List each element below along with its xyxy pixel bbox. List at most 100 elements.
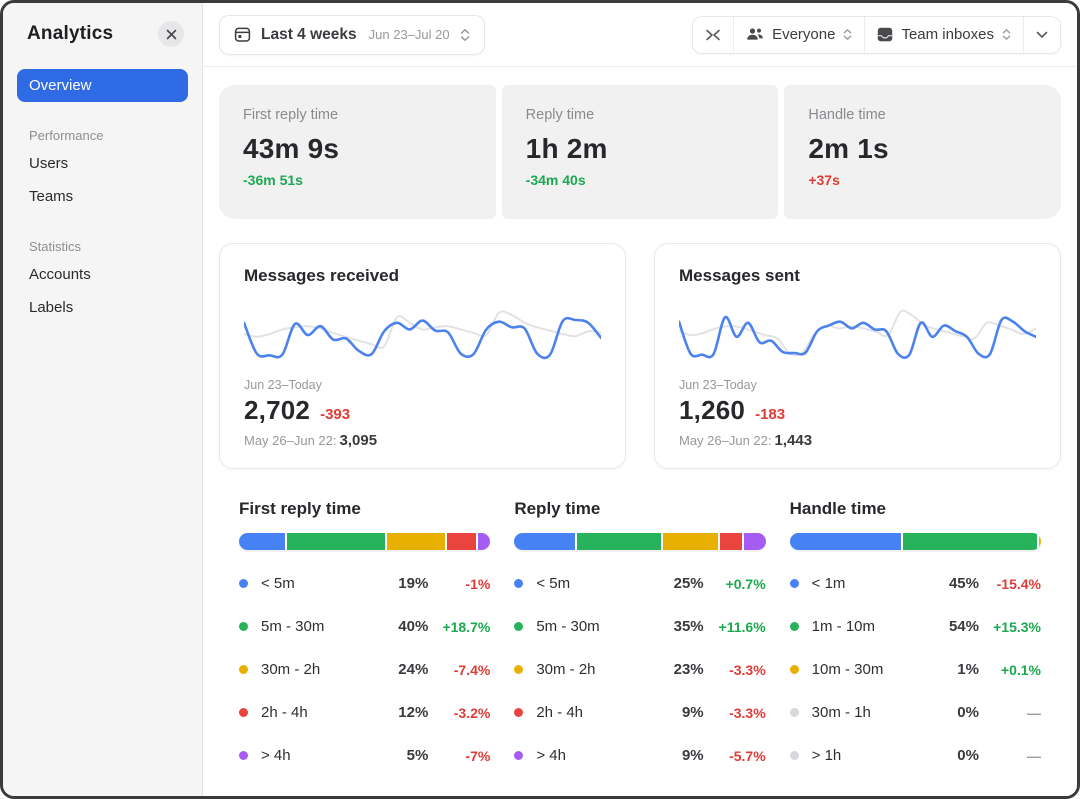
bucket-label: < 1m — [812, 575, 933, 592]
legend-dot-icon — [514, 622, 523, 631]
topbar: Last 4 weeks Jun 23–Jul 20 — [203, 3, 1077, 67]
collapse-horizontal-icon — [705, 28, 721, 42]
more-filters-button[interactable] — [1024, 17, 1060, 53]
stepper-icon — [1002, 28, 1011, 41]
legend-dot-icon — [514, 579, 523, 588]
bucket-percent: 24% — [382, 661, 428, 678]
stepper-icon — [843, 28, 852, 41]
summary-card-first-reply-time: First reply time 43m 9s -36m 51s — [219, 85, 496, 219]
messages-sent-card: Messages sent Jun 23–Today 1,260 -183 Ma… — [654, 243, 1061, 469]
legend-dot-icon — [514, 708, 523, 717]
audience-filter[interactable]: Everyone — [734, 17, 865, 53]
metric-label: Reply time — [526, 107, 755, 123]
summary-card-reply-time: Reply time 1h 2m -34m 40s — [502, 85, 779, 219]
metric-value: 2m 1s — [808, 133, 1037, 165]
bucket-delta: +0.7% — [704, 576, 766, 592]
legend-row: < 5m19%-1% — [239, 562, 490, 605]
legend-dot-icon — [790, 579, 799, 588]
inbox-filter[interactable]: Team inboxes — [865, 17, 1024, 53]
current-value: 2,702 — [244, 395, 310, 426]
bucket-percent: 19% — [382, 575, 428, 592]
bar-segment — [744, 533, 766, 550]
stepper-icon — [460, 28, 470, 42]
current-value: 1,260 — [679, 395, 745, 426]
bucket-delta: +0.1% — [979, 662, 1041, 678]
bucket-label: 2h - 4h — [536, 704, 657, 721]
analytics-window: Analytics Overview Performance Users Tea… — [0, 0, 1080, 799]
bucket-delta: +11.6% — [704, 619, 766, 635]
legend-row: 10m - 30m1%+0.1% — [790, 648, 1041, 691]
current-period-label: Jun 23–Today — [244, 378, 601, 392]
bucket-delta: -3.3% — [704, 662, 766, 678]
sidebar-item-teams[interactable]: Teams — [17, 180, 188, 213]
distributions-row: First reply time < 5m19%-1%5m - 30m40%+1… — [219, 499, 1061, 777]
legend-row: < 1m45%-15.4% — [790, 562, 1041, 605]
bucket-label: < 5m — [536, 575, 657, 592]
sidebar-item-accounts[interactable]: Accounts — [17, 258, 188, 291]
sidebar-item-users[interactable]: Users — [17, 147, 188, 180]
date-range-label: Last 4 weeks — [261, 26, 357, 44]
sparkline-chart — [679, 302, 1036, 366]
bucket-percent: 45% — [933, 575, 979, 592]
legend-dot-icon — [514, 751, 523, 760]
bucket-delta: -15.4% — [979, 576, 1041, 592]
close-button[interactable] — [158, 21, 184, 47]
inbox-filter-label: Team inboxes — [901, 26, 994, 43]
summary-card-handle-time: Handle time 2m 1s +37s — [784, 85, 1061, 219]
bucket-delta: -5.7% — [704, 748, 766, 764]
metric-value: 43m 9s — [243, 133, 472, 165]
distribution-legend: < 5m25%+0.7%5m - 30m35%+11.6%30m - 2h23%… — [514, 562, 765, 777]
previous-period-value: 3,095 — [340, 432, 378, 449]
bucket-label: < 5m — [261, 575, 382, 592]
bucket-delta: — — [979, 748, 1041, 764]
bucket-label: > 4h — [536, 747, 657, 764]
bucket-label: 30m - 2h — [536, 661, 657, 678]
bar-segment — [790, 533, 901, 550]
value-row: 1,260 -183 — [679, 395, 1036, 426]
sidebar-item-overview[interactable]: Overview — [17, 69, 188, 102]
messages-row: Messages received Jun 23–Today 2,702 -39… — [219, 243, 1061, 469]
bar-segment — [287, 533, 384, 550]
bucket-delta: -1% — [428, 576, 490, 592]
legend-row: > 4h9%-5.7% — [514, 734, 765, 777]
legend-dot-icon — [239, 665, 248, 674]
bar-segment — [1039, 533, 1041, 550]
metric-label: First reply time — [243, 107, 472, 123]
bucket-label: 5m - 30m — [536, 618, 657, 635]
sparkline-chart — [244, 302, 601, 366]
bar-segment — [478, 533, 490, 550]
sidebar-nav: Overview Performance Users Teams Statist… — [17, 69, 188, 324]
previous-period-label: May 26–Jun 22: — [679, 433, 772, 448]
bucket-percent: 9% — [658, 704, 704, 721]
sidebar: Analytics Overview Performance Users Tea… — [3, 3, 203, 796]
metric-value: 1h 2m — [526, 133, 755, 165]
bucket-percent: 0% — [933, 747, 979, 764]
legend-row: 30m - 1h0%— — [790, 691, 1041, 734]
content: First reply time 43m 9s -36m 51s Reply t… — [203, 67, 1077, 796]
bucket-label: 5m - 30m — [261, 618, 382, 635]
legend-dot-icon — [239, 708, 248, 717]
bucket-percent: 12% — [382, 704, 428, 721]
bucket-percent: 25% — [658, 575, 704, 592]
legend-row: 2h - 4h12%-3.2% — [239, 691, 490, 734]
collapse-filters-button[interactable] — [693, 17, 734, 53]
bar-segment — [514, 533, 574, 550]
distribution-handle-time: Handle time < 1m45%-15.4%1m - 10m54%+15.… — [790, 499, 1041, 777]
bar-segment — [577, 533, 661, 550]
bucket-delta: -7% — [428, 748, 490, 764]
card-title: Messages received — [244, 266, 601, 286]
bucket-delta: -3.3% — [704, 705, 766, 721]
legend-dot-icon — [239, 579, 248, 588]
bucket-delta: +15.3% — [979, 619, 1041, 635]
distribution-reply-time: Reply time < 5m25%+0.7%5m - 30m35%+11.6%… — [514, 499, 765, 777]
date-range-button[interactable]: Last 4 weeks Jun 23–Jul 20 — [219, 15, 485, 55]
sidebar-item-labels[interactable]: Labels — [17, 291, 188, 324]
people-icon — [746, 27, 764, 42]
current-period-label: Jun 23–Today — [679, 378, 1036, 392]
legend-row: 5m - 30m35%+11.6% — [514, 605, 765, 648]
bucket-percent: 5% — [382, 747, 428, 764]
legend-dot-icon — [239, 622, 248, 631]
bar-segment — [239, 533, 285, 550]
legend-row: 30m - 2h23%-3.3% — [514, 648, 765, 691]
bucket-percent: 23% — [658, 661, 704, 678]
